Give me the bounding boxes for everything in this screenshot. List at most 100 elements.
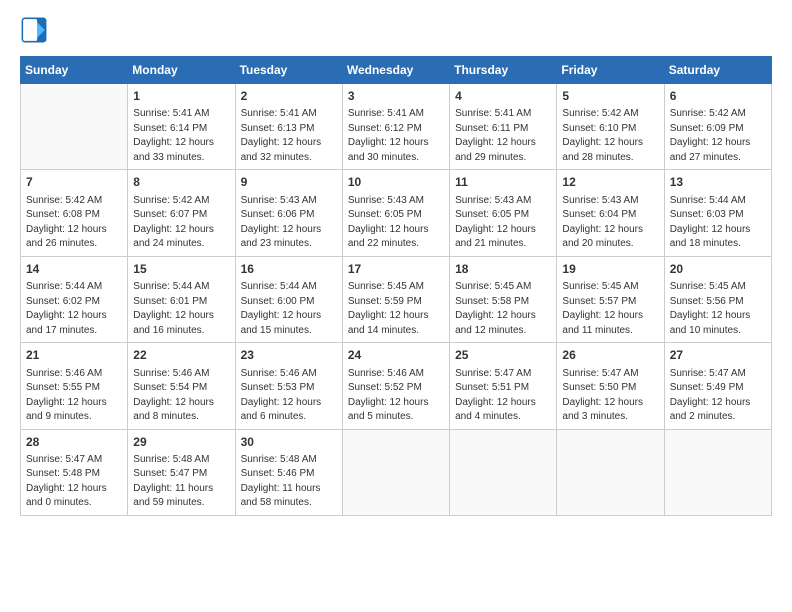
week-row-0: 1Sunrise: 5:41 AM Sunset: 6:14 PM Daylig… [21,84,772,170]
day-info: Sunrise: 5:44 AM Sunset: 6:01 PM Dayligh… [133,280,229,338]
day-info: Sunrise: 5:43 AM Sunset: 6:05 PM Dayligh… [455,194,551,252]
calendar-cell: 17 Sunrise: 5:45 AM Sunset: 5:59 PM Dayli… [342,256,449,342]
calendar-cell: 18 Sunrise: 5:45 AM Sunset: 5:58 PM Dayli… [450,256,557,342]
day-info: Sunrise: 5:43 AM Sunset: 6:04 PM Dayligh… [562,194,658,252]
header-day-wednesday: Wednesday [342,57,449,84]
day-number: 21 [26,347,122,364]
week-row-2: 14 Sunrise: 5:44 AM Sunset: 6:02 PM Dayli… [21,256,772,342]
day-info: Sunrise: 5:48 AM Sunset: 5:47 PM Dayligh… [133,453,229,511]
calendar-cell: 8 Sunrise: 5:42 AM Sunset: 6:07 PM Daylig… [128,170,235,256]
day-number: 16 [241,261,337,278]
header-day-sunday: Sunday [21,57,128,84]
week-row-3: 21 Sunrise: 5:46 AM Sunset: 5:55 PM Dayli… [21,343,772,429]
day-number: 29 [133,434,229,451]
calendar-cell: 27 Sunrise: 5:47 AM Sunset: 5:49 PM Dayli… [664,343,771,429]
calendar-cell: 7Sunrise: 5:42 AM Sunset: 6:08 PM Daylig… [21,170,128,256]
calendar-cell: 5 Sunrise: 5:42 AM Sunset: 6:10 PM Daylig… [557,84,664,170]
day-info: Sunrise: 5:41 AM Sunset: 6:12 PM Dayligh… [348,107,444,165]
calendar-cell: 22 Sunrise: 5:46 AM Sunset: 5:54 PM Dayli… [128,343,235,429]
day-info: Sunrise: 5:42 AM Sunset: 6:09 PM Dayligh… [670,107,766,165]
calendar-cell: 10 Sunrise: 5:43 AM Sunset: 6:05 PM Dayli… [342,170,449,256]
day-number: 8 [133,174,229,191]
day-info: Sunrise: 5:45 AM Sunset: 5:58 PM Dayligh… [455,280,551,338]
calendar-cell: 28Sunrise: 5:47 AM Sunset: 5:48 PM Dayli… [21,429,128,515]
day-info: Sunrise: 5:47 AM Sunset: 5:51 PM Dayligh… [455,367,551,425]
day-info: Sunrise: 5:43 AM Sunset: 6:05 PM Dayligh… [348,194,444,252]
day-number: 5 [562,88,658,105]
calendar-cell: 26Sunrise: 5:47 AM Sunset: 5:50 PM Dayli… [557,343,664,429]
day-info: Sunrise: 5:47 AM Sunset: 5:48 PM Dayligh… [26,453,122,511]
day-info: Sunrise: 5:44 AM Sunset: 6:03 PM Dayligh… [670,194,766,252]
day-info: Sunrise: 5:45 AM Sunset: 5:59 PM Dayligh… [348,280,444,338]
day-info: Sunrise: 5:41 AM Sunset: 6:11 PM Dayligh… [455,107,551,165]
calendar-cell [664,429,771,515]
day-number: 19 [562,261,658,278]
day-info: Sunrise: 5:47 AM Sunset: 5:50 PM Dayligh… [562,367,658,425]
header-day-friday: Friday [557,57,664,84]
day-number: 27 [670,347,766,364]
calendar-cell: 12 Sunrise: 5:43 AM Sunset: 6:04 PM Dayli… [557,170,664,256]
day-number: 7 [26,174,122,191]
calendar-cell: 21 Sunrise: 5:46 AM Sunset: 5:55 PM Dayli… [21,343,128,429]
day-info: Sunrise: 5:47 AM Sunset: 5:49 PM Dayligh… [670,367,766,425]
day-number: 22 [133,347,229,364]
calendar-cell: 19Sunrise: 5:45 AM Sunset: 5:57 PM Dayli… [557,256,664,342]
day-number: 18 [455,261,551,278]
header-day-monday: Monday [128,57,235,84]
calendar-header: SundayMondayTuesdayWednesdayThursdayFrid… [21,57,772,84]
day-number: 25 [455,347,551,364]
logo [20,16,52,44]
day-number: 15 [133,261,229,278]
header-row: SundayMondayTuesdayWednesdayThursdayFrid… [21,57,772,84]
calendar-cell: 24Sunrise: 5:46 AM Sunset: 5:52 PM Dayli… [342,343,449,429]
week-row-4: 28Sunrise: 5:47 AM Sunset: 5:48 PM Dayli… [21,429,772,515]
calendar-cell [21,84,128,170]
calendar-cell: 13 Sunrise: 5:44 AM Sunset: 6:03 PM Dayli… [664,170,771,256]
day-number: 14 [26,261,122,278]
day-number: 24 [348,347,444,364]
day-number: 11 [455,174,551,191]
day-info: Sunrise: 5:46 AM Sunset: 5:55 PM Dayligh… [26,367,122,425]
calendar-cell: 30 Sunrise: 5:48 AM Sunset: 5:46 PM Dayli… [235,429,342,515]
day-info: Sunrise: 5:45 AM Sunset: 5:56 PM Dayligh… [670,280,766,338]
calendar-cell: 11 Sunrise: 5:43 AM Sunset: 6:05 PM Dayli… [450,170,557,256]
day-info: Sunrise: 5:42 AM Sunset: 6:10 PM Dayligh… [562,107,658,165]
calendar-cell: 20 Sunrise: 5:45 AM Sunset: 5:56 PM Dayli… [664,256,771,342]
day-number: 30 [241,434,337,451]
day-info: Sunrise: 5:46 AM Sunset: 5:53 PM Dayligh… [241,367,337,425]
day-number: 23 [241,347,337,364]
day-info: Sunrise: 5:42 AM Sunset: 6:07 PM Dayligh… [133,194,229,252]
calendar-cell: 25 Sunrise: 5:47 AM Sunset: 5:51 PM Dayli… [450,343,557,429]
calendar-cell: 3 Sunrise: 5:41 AM Sunset: 6:12 PM Daylig… [342,84,449,170]
header-day-tuesday: Tuesday [235,57,342,84]
calendar-cell: 16 Sunrise: 5:44 AM Sunset: 6:00 PM Dayli… [235,256,342,342]
calendar-cell [557,429,664,515]
header-day-saturday: Saturday [664,57,771,84]
day-info: Sunrise: 5:48 AM Sunset: 5:46 PM Dayligh… [241,453,337,511]
calendar-cell [450,429,557,515]
day-number: 6 [670,88,766,105]
day-info: Sunrise: 5:46 AM Sunset: 5:54 PM Dayligh… [133,367,229,425]
calendar-cell: 29 Sunrise: 5:48 AM Sunset: 5:47 PM Dayli… [128,429,235,515]
day-number: 12 [562,174,658,191]
day-number: 3 [348,88,444,105]
calendar-cell: 2 Sunrise: 5:41 AM Sunset: 6:13 PM Daylig… [235,84,342,170]
calendar-cell: 9 Sunrise: 5:43 AM Sunset: 6:06 PM Daylig… [235,170,342,256]
day-number: 9 [241,174,337,191]
day-info: Sunrise: 5:44 AM Sunset: 6:00 PM Dayligh… [241,280,337,338]
day-number: 17 [348,261,444,278]
calendar-body: 1Sunrise: 5:41 AM Sunset: 6:14 PM Daylig… [21,84,772,516]
day-info: Sunrise: 5:43 AM Sunset: 6:06 PM Dayligh… [241,194,337,252]
day-number: 10 [348,174,444,191]
day-info: Sunrise: 5:41 AM Sunset: 6:13 PM Dayligh… [241,107,337,165]
day-number: 2 [241,88,337,105]
calendar-cell: 6 Sunrise: 5:42 AM Sunset: 6:09 PM Daylig… [664,84,771,170]
week-row-1: 7Sunrise: 5:42 AM Sunset: 6:08 PM Daylig… [21,170,772,256]
calendar-table: SundayMondayTuesdayWednesdayThursdayFrid… [20,56,772,516]
day-number: 13 [670,174,766,191]
calendar-cell: 23 Sunrise: 5:46 AM Sunset: 5:53 PM Dayli… [235,343,342,429]
day-info: Sunrise: 5:44 AM Sunset: 6:02 PM Dayligh… [26,280,122,338]
day-number: 4 [455,88,551,105]
day-number: 20 [670,261,766,278]
calendar-cell: 14 Sunrise: 5:44 AM Sunset: 6:02 PM Dayli… [21,256,128,342]
